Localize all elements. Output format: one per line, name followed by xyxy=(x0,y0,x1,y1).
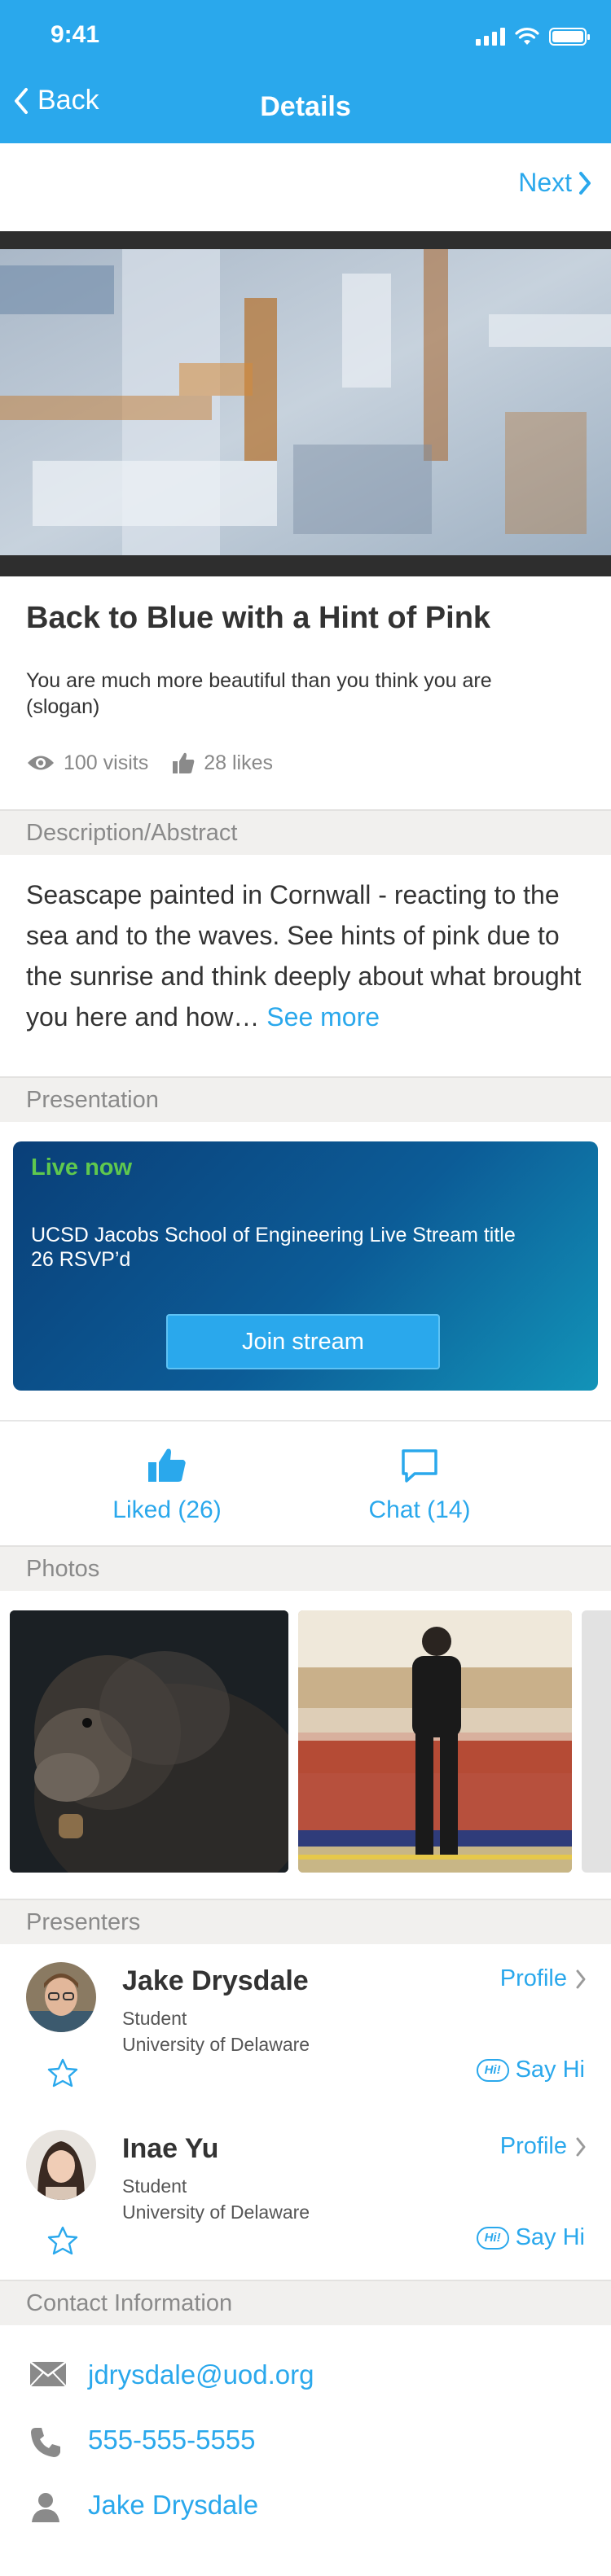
chat-bubble-icon xyxy=(402,1449,437,1483)
star-icon[interactable] xyxy=(47,2226,78,2255)
phone-icon xyxy=(31,2428,60,2457)
contact-person[interactable]: Jake Drysdale xyxy=(88,2490,258,2521)
contact-email[interactable]: jdrysdale@uod.org xyxy=(88,2359,314,2390)
profile-link[interactable]: Profile xyxy=(500,2133,587,2160)
visits-stat: 100 visits xyxy=(26,751,148,775)
presenter-card: Jake Drysdale Student University of Dela… xyxy=(0,1944,611,2107)
train-platform-image xyxy=(298,1610,572,1873)
presenter-card: Inae Yu Student University of Delaware P… xyxy=(0,2112,611,2275)
photo-partial[interactable] xyxy=(582,1610,611,1873)
contact-phone-row: 555-555-5555 xyxy=(0,2410,611,2475)
description-section-header: Description/Abstract xyxy=(0,809,611,855)
battery-icon xyxy=(549,28,590,46)
artwork-image xyxy=(0,231,611,576)
presentation-section-header: Presentation xyxy=(0,1076,611,1122)
status-time: 9:41 xyxy=(51,21,100,48)
presenter-name: Inae Yu xyxy=(122,2133,219,2164)
contact-section-header: Contact Information xyxy=(0,2280,611,2325)
eye-icon xyxy=(28,756,54,770)
artwork-details: Back to Blue with a Hint of Pink You are… xyxy=(0,576,611,809)
action-row: Liked (26) Chat (14) xyxy=(0,1423,611,1545)
next-label: Next xyxy=(518,168,572,197)
artwork-stats: 100 visits 28 likes xyxy=(26,751,296,775)
chevron-right-icon xyxy=(579,171,591,195)
presenter-organization: University of Delaware xyxy=(122,2201,310,2223)
artwork-slogan: You are much more beautiful than you thi… xyxy=(26,669,492,718)
say-hi-button[interactable]: Hi! Say Hi xyxy=(476,2057,585,2083)
say-hi-label: Say Hi xyxy=(515,2224,585,2250)
star-icon[interactable] xyxy=(47,2058,78,2088)
live-status: Live now xyxy=(31,1154,133,1181)
next-row: Next xyxy=(0,143,611,231)
see-more-link[interactable]: See more xyxy=(266,1002,380,1032)
rsvp-count: 26 RSVP’d xyxy=(31,1248,131,1271)
envelope-icon xyxy=(29,2361,67,2387)
divider xyxy=(0,1420,611,1422)
presenter-role: Student xyxy=(122,2008,187,2029)
profile-link[interactable]: Profile xyxy=(500,1965,587,1992)
visits-count: 100 visits xyxy=(64,751,149,774)
top-bar: 9:41 Back Details xyxy=(0,0,611,143)
contact-person-row: Jake Drysdale xyxy=(0,2475,611,2540)
gorilla-photo[interactable] xyxy=(10,1610,288,1873)
say-hi-button[interactable]: Hi! Say Hi xyxy=(476,2224,585,2251)
page-title: Details xyxy=(260,91,351,122)
stream-title: UCSD Jacobs School of Engineering Live S… xyxy=(31,1224,516,1246)
liked-button[interactable]: Liked (26) xyxy=(65,1448,269,1524)
liked-label: Liked (26) xyxy=(112,1496,222,1523)
live-stream-card: Live now UCSD Jacobs School of Engineeri… xyxy=(13,1141,598,1391)
avatar[interactable] xyxy=(26,1962,96,2032)
artwork-title: Back to Blue with a Hint of Pink xyxy=(26,601,491,635)
train-platform-photo[interactable] xyxy=(298,1610,572,1873)
profile-label: Profile xyxy=(499,1965,567,1991)
wifi-icon xyxy=(515,28,539,45)
photos-section-header: Photos xyxy=(0,1545,611,1591)
person-icon xyxy=(32,2493,59,2522)
chevron-right-icon xyxy=(576,1969,586,1988)
gorilla-image xyxy=(10,1610,288,1873)
contact-email-row: jdrysdale@uod.org xyxy=(0,2345,611,2410)
next-button[interactable]: Next xyxy=(518,168,591,198)
chevron-right-icon xyxy=(576,2137,586,2156)
thumbs-up-icon xyxy=(173,752,195,773)
hi-badge-icon: Hi! xyxy=(476,2058,509,2082)
presenter-role: Student xyxy=(122,2175,187,2197)
avatar[interactable] xyxy=(26,2130,96,2200)
presenter-photo xyxy=(26,1962,96,2032)
presenter-name: Jake Drysdale xyxy=(122,1965,309,1996)
likes-stat: 28 likes xyxy=(171,751,273,775)
chat-label: Chat (14) xyxy=(368,1496,471,1523)
presenter-photo xyxy=(26,2130,96,2200)
join-stream-button[interactable]: Join stream xyxy=(166,1314,440,1369)
signal-icon xyxy=(476,28,505,46)
presenters-section-header: Presenters xyxy=(0,1899,611,1944)
photo-carousel[interactable] xyxy=(0,1610,611,1879)
hi-badge-icon: Hi! xyxy=(476,2226,509,2250)
thumbs-up-icon xyxy=(148,1448,186,1482)
status-icons xyxy=(476,26,590,47)
chat-button[interactable]: Chat (14) xyxy=(318,1448,521,1524)
say-hi-label: Say Hi xyxy=(515,2057,585,2083)
profile-label: Profile xyxy=(499,2133,567,2159)
likes-count: 28 likes xyxy=(204,751,273,774)
description-text: Seascape painted in Cornwall - reacting … xyxy=(26,855,588,1075)
contact-phone[interactable]: 555-555-5555 xyxy=(88,2425,256,2456)
abstract-painting-image xyxy=(0,249,611,555)
presenter-organization: University of Delaware xyxy=(122,2034,310,2055)
